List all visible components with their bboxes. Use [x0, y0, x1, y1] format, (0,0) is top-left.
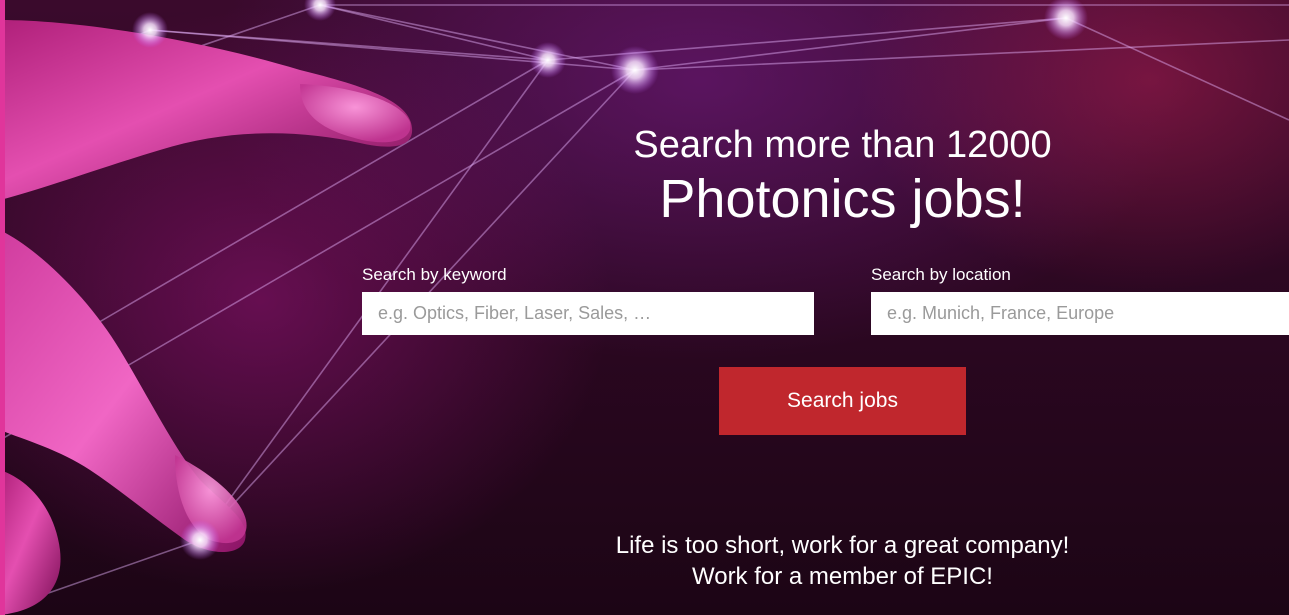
hero-banner: Search more than 12000 Photonics jobs! S… [0, 0, 1289, 615]
search-jobs-button[interactable]: Search jobs [719, 367, 966, 435]
tagline-line-1: Life is too short, work for a great comp… [615, 532, 1070, 559]
keyword-input[interactable] [362, 292, 814, 335]
tagline-line-2: Work for a member of EPIC! [692, 563, 993, 590]
left-edge-accent [0, 0, 5, 615]
location-label: Search by location [871, 265, 1011, 284]
headline-line-1: Search more than 12000 [633, 124, 1052, 166]
headline-line-2: Photonics jobs! [659, 169, 1026, 229]
tagline: Life is too short, work for a great comp… [540, 530, 1145, 592]
hero-headline: Search more than 12000 Photonics jobs! [555, 122, 1130, 230]
location-input[interactable] [871, 292, 1289, 335]
keyword-label: Search by keyword [362, 265, 507, 284]
